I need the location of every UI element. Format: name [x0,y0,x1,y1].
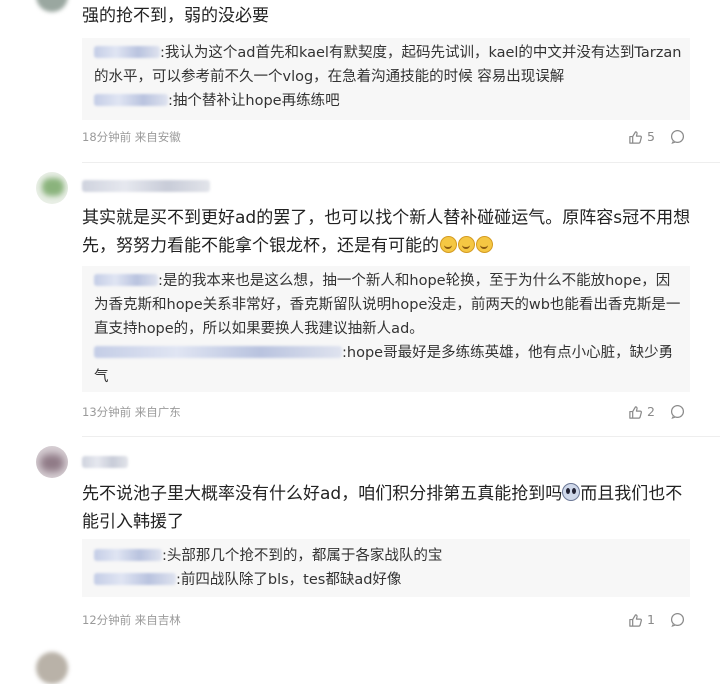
comment-text: 强的抢不到，弱的没必要 [82,6,269,26]
reply-username[interactable] [94,274,158,286]
divider [82,162,720,163]
like-button[interactable]: 1 [628,611,655,629]
thumbs-up-icon [629,405,642,419]
reply-item: :hope哥最好是多练练英雄，他有点小心脏，缺少勇气 [94,345,674,385]
laugh-emoji-icon [440,236,457,253]
reply-item: :是的我本来也是这么想，抽一个新人和hope轮换，至于为什么不能放hope，因为… [94,273,681,337]
reply-item: :头部那几个抢不到的，都属于各家战队的宝 [94,544,684,568]
divider [82,436,720,437]
laugh-emoji-icon [458,236,475,253]
comment-location: 来自吉林 [134,613,181,627]
reply-item: :我认为这个ad首先和kael有默契度，起码先试训，kael的中文并没有达到Ta… [94,45,682,85]
reply-item: :抽个替补让hope再练练吧 [94,89,684,113]
like-count: 5 [647,129,655,144]
like-button[interactable]: 2 [628,403,655,421]
laugh-emoji-icon [476,236,493,253]
reply-username[interactable] [94,573,176,585]
comment-bubble-icon[interactable] [670,404,685,419]
thumbs-up-icon [629,130,642,144]
avatar[interactable] [36,652,68,684]
avatar[interactable] [36,172,68,204]
comment-location: 来自广东 [134,405,181,419]
avatar[interactable] [36,0,68,12]
comment-time: 13分钟前 [82,405,132,419]
comment-meta: 12分钟前 来自吉林 [82,612,181,628]
reply-box[interactable]: :是的我本来也是这么想，抽一个新人和hope轮换，至于为什么不能放hope，因为… [82,266,690,392]
comment-text: 先不说池子里大概率没有什么好ad，咱们积分排第五真能抢到吗 而且我们也不能引入韩援… [82,483,683,532]
like-count: 1 [647,612,655,627]
reply-username[interactable] [94,346,342,358]
reply-username[interactable] [94,549,162,561]
like-button[interactable]: 5 [628,128,655,146]
comment-meta: 18分钟前 来自安徽 [82,129,181,145]
reply-box[interactable]: :我认为这个ad首先和kael有默契度，起码先试训，kael的中文并没有达到Ta… [82,38,690,120]
username[interactable] [82,180,210,192]
reply-box[interactable]: :头部那几个抢不到的，都属于各家战队的宝 :前四战队除了bls，tes都缺ad好… [82,539,690,597]
username[interactable] [82,456,128,468]
avatar[interactable] [36,446,68,478]
reply-username[interactable] [94,46,160,58]
comment-meta: 13分钟前 来自广东 [82,404,181,420]
reply-username[interactable] [94,94,168,106]
comment-bubble-icon[interactable] [670,129,685,144]
like-count: 2 [647,404,655,419]
comment-bubble-icon[interactable] [670,612,685,627]
comment-location: 来自安徽 [134,130,181,144]
thumbs-up-icon [629,613,642,627]
emoji-icon [562,483,581,501]
comment-time: 18分钟前 [82,130,132,144]
comment-text: 其实就是买不到更好ad的罢了，也可以找个新人替补碰碰运气。原阵容s冠不用想先，努… [82,208,691,256]
reply-item: :前四战队除了bls，tes都缺ad好像 [94,568,684,592]
comment-time: 12分钟前 [82,613,132,627]
